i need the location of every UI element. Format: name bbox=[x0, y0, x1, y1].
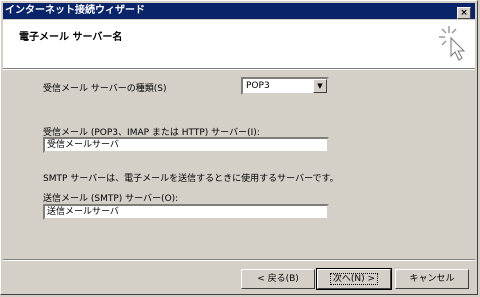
next-button-label: 次へ(N) > bbox=[329, 273, 379, 285]
page-title: 電子メール サーバー名 bbox=[19, 32, 123, 43]
wizard-header: 電子メール サーバー名 bbox=[3, 20, 475, 68]
server-type-label: 受信メール サーバーの種類(S) bbox=[43, 84, 167, 94]
close-button[interactable]: × bbox=[457, 7, 471, 19]
cancel-button[interactable]: キャンセル bbox=[395, 269, 469, 289]
wizard-sparkle-cursor-icon bbox=[439, 26, 466, 61]
footer-separator bbox=[3, 259, 475, 261]
outgoing-server-input[interactable]: 送信メールサーバ bbox=[43, 204, 329, 220]
incoming-server-input[interactable]: 受信メールサーバ bbox=[43, 137, 329, 153]
server-type-value: POP3 bbox=[246, 81, 270, 91]
chevron-down-icon[interactable]: ▼ bbox=[313, 79, 327, 93]
title-bar: インターネット接続ウィザード × bbox=[3, 3, 475, 19]
wizard-window: インターネット接続ウィザード × 電子メール サーバー名 受信メール サーバーの… bbox=[0, 0, 478, 295]
back-button[interactable]: < 戻る(B) bbox=[241, 269, 315, 289]
header-separator bbox=[3, 68, 475, 70]
server-type-select[interactable]: POP3 ▼ bbox=[241, 77, 329, 95]
next-button[interactable]: 次へ(N) > bbox=[316, 268, 392, 290]
window-title: インターネット接続ウィザード bbox=[5, 5, 145, 16]
smtp-note: SMTP サーバーは、電子メールを送信するときに使用するサーバーです。 bbox=[43, 174, 339, 184]
outgoing-server-label: 送信メール (SMTP) サーバー(O): bbox=[43, 194, 179, 204]
